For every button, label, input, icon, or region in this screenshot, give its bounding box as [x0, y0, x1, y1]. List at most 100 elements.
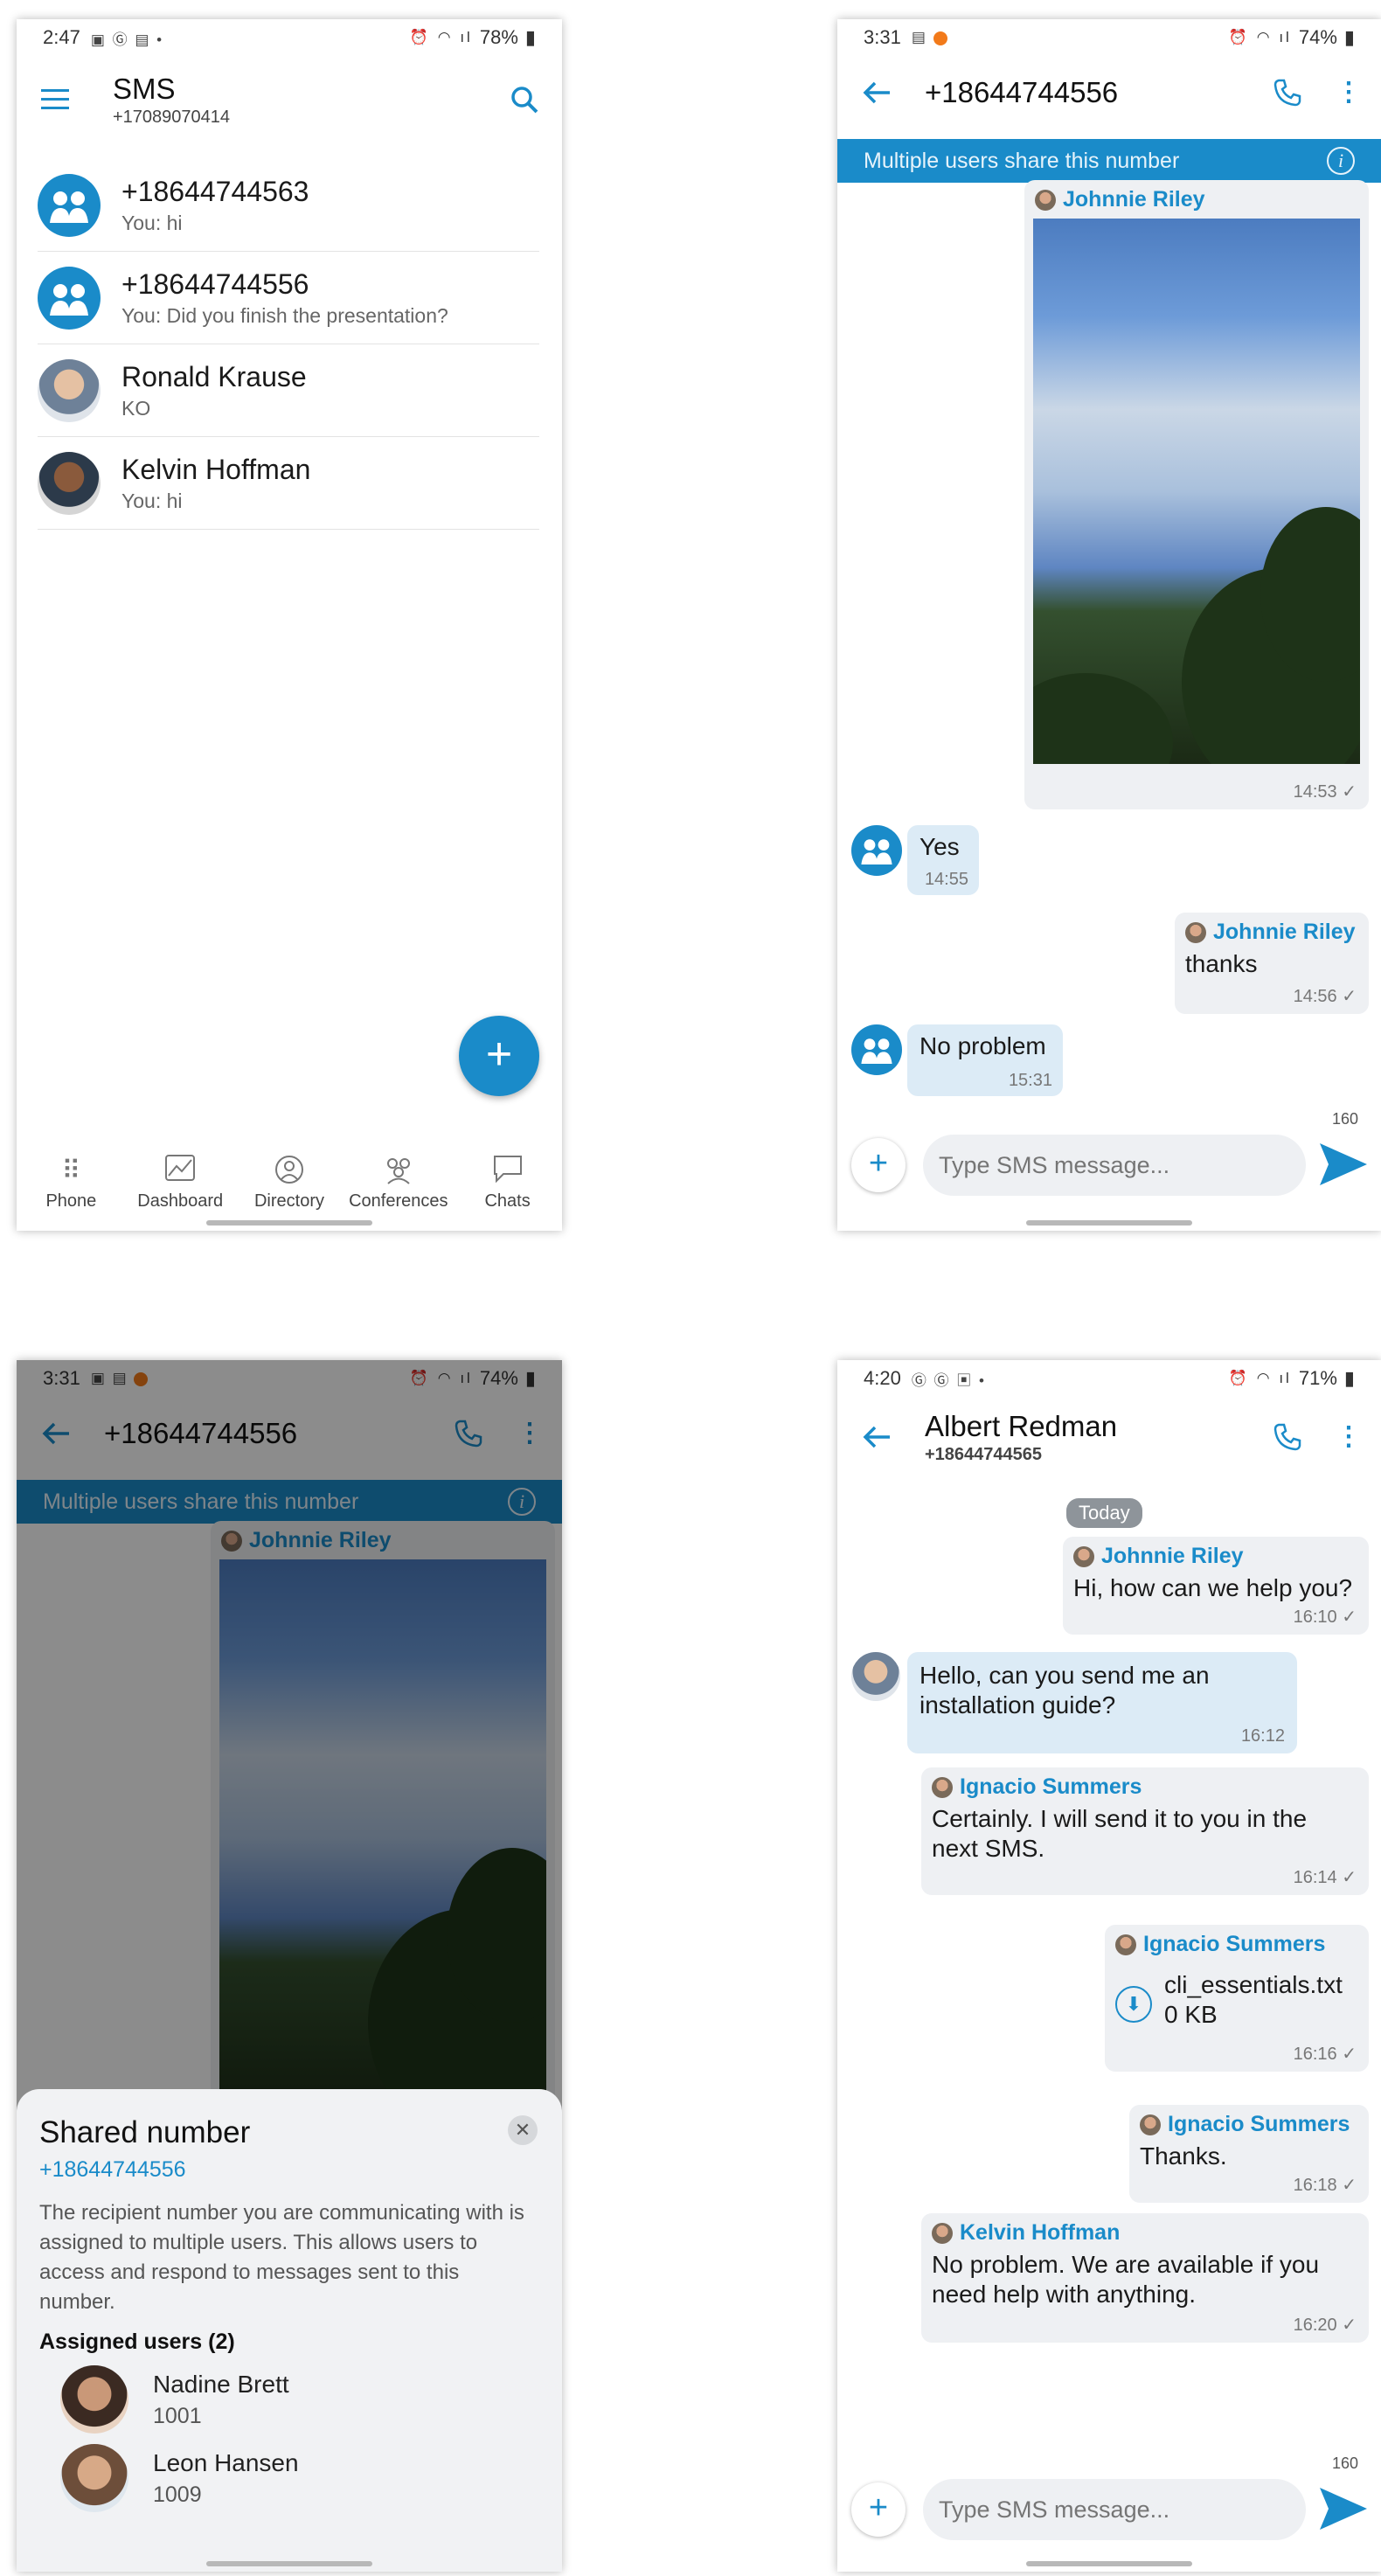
assigned-user[interactable]: Leon Hansen 1009: [60, 2439, 539, 2517]
conversation-item[interactable]: +18644744563 You: hi: [38, 159, 539, 252]
assigned-users-label: Assigned users (2): [39, 2330, 235, 2354]
conversation-item[interactable]: +18644744556 You: Did you finish the pre…: [38, 252, 539, 344]
message-time: 15:31: [1008, 1071, 1052, 1090]
nav-label: Dashboard: [137, 1191, 224, 1211]
message-time: 16:16 ✓: [1293, 2045, 1357, 2064]
battery-level: 71%: [1298, 1367, 1337, 1389]
close-icon[interactable]: ✕: [508, 2115, 538, 2145]
character-count: 160: [1331, 1110, 1358, 1128]
shared-number-sheet: ✕ Shared number +18644744556 The recipie…: [17, 2089, 562, 2572]
message-bubble-outgoing[interactable]: Ignacio Summers Thanks. 16:18 ✓: [1129, 2105, 1369, 2203]
message-bubble-outgoing[interactable]: Ignacio Summers ⬇ cli_essentials.txt 0 K…: [1105, 1925, 1369, 2072]
user-name: Leon Hansen: [153, 2448, 299, 2476]
notification-icons: ▤: [912, 29, 947, 46]
status-time: 3:31: [864, 26, 901, 48]
conversation-name: Ronald Krause: [121, 360, 307, 392]
sms-input[interactable]: [923, 2479, 1306, 2540]
send-icon[interactable]: [1318, 2486, 1369, 2531]
attached-photo[interactable]: [1033, 219, 1360, 764]
message-bubble-outgoing[interactable]: Ignacio Summers Certainly. I will send i…: [921, 1767, 1369, 1895]
message-composer: 160 +: [837, 2454, 1381, 2561]
new-message-button[interactable]: +: [459, 1016, 539, 1096]
signal-icons: ⏰ ◠ ıl: [1228, 1370, 1292, 1386]
home-indicator[interactable]: [1026, 1220, 1192, 1226]
app-bar: +18644744556 ⋮: [837, 52, 1381, 133]
download-icon[interactable]: ⬇: [1115, 1986, 1152, 2023]
home-indicator[interactable]: [206, 1220, 372, 1226]
message-bubble-outgoing[interactable]: Kelvin Hoffman No problem. We are availa…: [921, 2213, 1369, 2343]
menu-icon[interactable]: [41, 87, 71, 112]
message-bubble-outgoing[interactable]: Johnnie Riley Hi, how can we help you? 1…: [1063, 1537, 1369, 1635]
nav-chats[interactable]: Chats: [453, 1145, 562, 1220]
nav-phone[interactable]: ⠿ Phone: [17, 1145, 126, 1220]
group-avatar-icon: [38, 173, 101, 237]
message-bubble-incoming[interactable]: No problem 15:31: [907, 1024, 1063, 1096]
back-arrow-icon[interactable]: [862, 1424, 892, 1450]
file-attachment[interactable]: cli_essentials.txt 0 KB: [1164, 1970, 1343, 2030]
message-time: 16:10 ✓: [1293, 1607, 1357, 1627]
phone-call-icon[interactable]: [1273, 78, 1302, 108]
signal-icons: ⏰ ◠ ıl: [1228, 29, 1292, 45]
phone-contact-conversation: 4:20 Ⓖ Ⓖ ▣ • ⏰ ◠ ıl 71% ▮ Albert Redman …: [837, 1360, 1381, 2572]
people-icon: [381, 1155, 416, 1188]
search-icon[interactable]: [510, 85, 539, 115]
message-sender: Ignacio Summers: [932, 1774, 1142, 1800]
message-bubble-incoming[interactable]: Yes 14:55: [907, 825, 979, 895]
message-bubble-incoming[interactable]: Hello, can you send me an installation g…: [907, 1652, 1297, 1753]
file-name: cli_essentials.txt: [1164, 1971, 1343, 1998]
more-options-icon[interactable]: ⋮: [1336, 80, 1362, 106]
nav-conferences[interactable]: Conferences: [344, 1145, 453, 1220]
shared-number-banner[interactable]: Multiple users share this number i: [837, 139, 1381, 183]
message-sender: Johnnie Riley: [1035, 187, 1205, 212]
group-avatar-icon: [38, 266, 101, 330]
sender-avatar: [932, 1776, 953, 1798]
attach-button[interactable]: +: [851, 2482, 906, 2537]
contact-number: +18644744565: [925, 1444, 1043, 1464]
phone-shared-number-sheet: 3:31 ▣ ▤ ⏰ ◠ ıl 74% ▮ +18644744556 ⋮ Mul…: [17, 1360, 562, 2572]
sender-avatar: [1115, 1934, 1136, 1955]
nav-directory[interactable]: Directory: [235, 1145, 344, 1220]
phone-shared-conversation: 3:31 ▤ ⏰ ◠ ıl 74% ▮ +18644744556 ⋮ Multi…: [837, 19, 1381, 1231]
message-text: thanks: [1185, 950, 1258, 977]
sender-avatar: [932, 2222, 953, 2244]
message-text: Yes: [920, 833, 960, 860]
contact-icon: [274, 1155, 304, 1188]
conversation-list: +18644744563 You: hi +18644744556 You: D…: [38, 159, 539, 530]
home-indicator[interactable]: [206, 2561, 372, 2566]
message-time: 16:12: [1240, 1726, 1285, 1746]
nav-dashboard[interactable]: Dashboard: [126, 1145, 235, 1220]
send-icon[interactable]: [1318, 1142, 1369, 1187]
conversation-item[interactable]: Kelvin Hoffman You: hi: [38, 437, 539, 530]
user-extension: 1009: [153, 2482, 202, 2507]
home-indicator[interactable]: [1026, 2561, 1192, 2566]
conversation-preview: KO: [121, 396, 151, 420]
status-bar: 4:20 Ⓖ Ⓖ ▣ • ⏰ ◠ ıl 71% ▮: [837, 1360, 1381, 1397]
sender-avatar: [1035, 189, 1056, 211]
battery-icon: ▮: [524, 26, 536, 48]
conversation-name: +18644744556: [121, 267, 309, 300]
app-bar: Albert Redman +18644744565 ⋮: [837, 1393, 1381, 1481]
phone-sms-list: 2:47 ▣ Ⓖ ▤ • ⏰ ◠ ıl 78% ▮ SMS +170890704…: [17, 19, 562, 1231]
back-arrow-icon[interactable]: [862, 80, 892, 106]
message-bubble-outgoing[interactable]: Johnnie Riley thanks 14:56 ✓: [1175, 913, 1369, 1014]
nav-label: Chats: [484, 1191, 531, 1211]
message-text-line: Certainly. I will send it to you in the: [932, 1805, 1308, 1832]
status-time: 2:47: [43, 26, 80, 48]
group-avatar-icon: [851, 825, 902, 876]
info-icon[interactable]: i: [1327, 147, 1355, 175]
page-title: Albert Redman: [925, 1409, 1118, 1442]
message-text-line: installation guide?: [920, 1691, 1116, 1718]
more-options-icon[interactable]: ⋮: [1336, 1424, 1362, 1450]
battery-icon: ▮: [1343, 26, 1355, 48]
message-bubble-outgoing[interactable]: Johnnie Riley 14:53 ✓: [1024, 180, 1369, 809]
sms-input[interactable]: [923, 1135, 1306, 1196]
message-text-line: No problem. We are available if you: [932, 2251, 1320, 2278]
attach-button[interactable]: +: [851, 1138, 906, 1192]
user-name: Nadine Brett: [153, 2370, 289, 2398]
conversation-item[interactable]: Ronald Krause KO: [38, 344, 539, 437]
phone-call-icon[interactable]: [1273, 1422, 1302, 1452]
assigned-user[interactable]: Nadine Brett 1001: [60, 2360, 539, 2439]
shared-number[interactable]: +18644744556: [39, 2157, 539, 2183]
chart-icon: [165, 1154, 196, 1188]
message-sender: Ignacio Summers: [1115, 1932, 1325, 1957]
